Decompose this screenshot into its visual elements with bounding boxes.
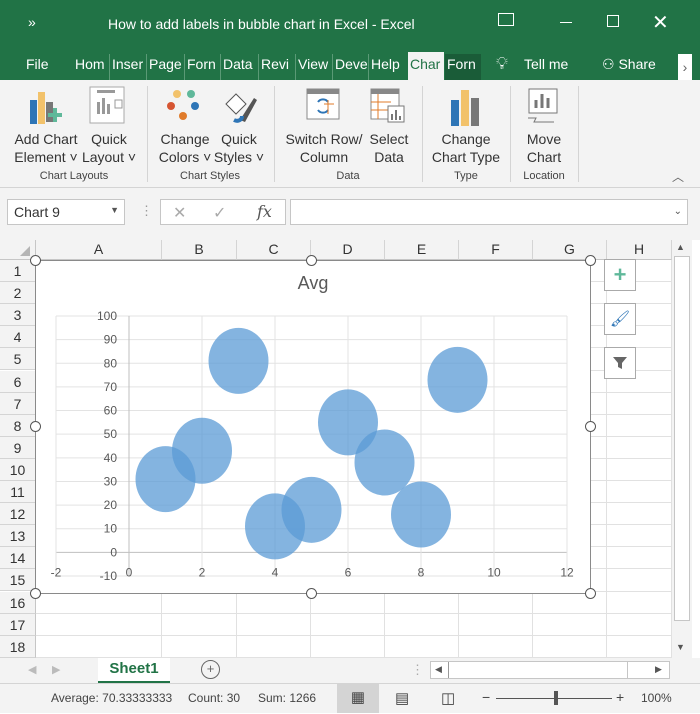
bubble[interactable]: [427, 346, 488, 413]
resize-handle[interactable]: [30, 421, 41, 432]
zoom-out-button[interactable]: −: [482, 689, 490, 705]
status-average: Average: 70.33333333: [51, 691, 173, 705]
x-tick-label: 4: [272, 565, 279, 579]
y-tick-label: -10: [100, 569, 118, 583]
zoom-slider-thumb[interactable]: [554, 691, 558, 705]
resize-handle[interactable]: [30, 588, 41, 599]
plus-icon: +: [613, 262, 627, 287]
resize-handle[interactable]: [30, 255, 41, 266]
bubble[interactable]: [354, 429, 415, 496]
page-layout-view-button[interactable]: ▤: [395, 689, 409, 707]
y-tick-label: 10: [104, 522, 118, 536]
y-tick-label: 80: [104, 356, 118, 370]
paintbrush-icon: 🖌︎: [609, 311, 631, 328]
status-sum: Sum: 1266: [258, 691, 317, 705]
x-tick-label: 10: [487, 565, 501, 579]
scroll-right-icon[interactable]: ▶: [655, 664, 662, 675]
prev-sheet-icon[interactable]: ◀: [28, 663, 36, 676]
bubble[interactable]: [281, 476, 342, 543]
y-tick-label: 50: [104, 427, 118, 441]
x-tick-label: 0: [126, 565, 133, 579]
normal-view-button[interactable]: ▦: [337, 684, 379, 713]
resize-handle[interactable]: [585, 255, 596, 266]
resize-handle[interactable]: [585, 421, 596, 432]
chart-filters-button[interactable]: [604, 347, 636, 379]
y-tick-label: 60: [104, 404, 118, 418]
chart-elements-button[interactable]: +: [604, 259, 636, 291]
scroll-left-icon[interactable]: ◀: [435, 664, 442, 675]
sheet-tab-sheet1[interactable]: Sheet1: [98, 658, 170, 683]
x-tick-label: -2: [51, 565, 62, 579]
resize-handle[interactable]: [306, 255, 317, 266]
status-count: Count: 30: [188, 691, 241, 705]
y-tick-label: 70: [104, 380, 118, 394]
new-sheet-button[interactable]: +: [201, 660, 220, 679]
y-tick-label: 90: [104, 333, 118, 347]
resize-handle[interactable]: [585, 588, 596, 599]
y-tick-label: 40: [104, 451, 118, 465]
horizontal-scroll-thumb[interactable]: [448, 662, 628, 678]
bubble[interactable]: [172, 417, 232, 484]
status-bar: Average: 70.33333333 Count: 30 Sum: 1266…: [0, 683, 700, 713]
y-tick-label: 0: [110, 545, 117, 559]
y-tick-label: 30: [104, 474, 118, 488]
filter-icon: [613, 357, 627, 369]
x-tick-label: 2: [199, 565, 206, 579]
zoom-in-button[interactable]: +: [616, 689, 624, 705]
x-tick-label: 12: [560, 565, 574, 579]
y-tick-label: 100: [97, 309, 117, 323]
x-tick-label: 6: [345, 565, 352, 579]
bubble[interactable]: [391, 481, 451, 548]
page-break-preview-button[interactable]: ◫: [441, 689, 455, 707]
split-handle-icon[interactable]: ⋮: [411, 662, 424, 678]
grid-icon: ▦: [350, 689, 366, 706]
y-tick-label: 20: [104, 498, 118, 512]
next-sheet-icon[interactable]: ▶: [52, 663, 60, 676]
bubble-chart[interactable]: Avg 100 90 80 70 60 50 40 30 20 10 0 -10 -2 0 2 4 6 8 10 12: [35, 260, 591, 594]
horizontal-scrollbar[interactable]: ◀ ▶: [430, 661, 670, 679]
x-tick-label: 8: [418, 565, 425, 579]
bubble[interactable]: [208, 327, 269, 394]
sheet-tab-bar: ◀ ▶ Sheet1 + ⋮ ◀ ▶: [0, 658, 700, 683]
resize-handle[interactable]: [306, 588, 317, 599]
zoom-level[interactable]: 100%: [641, 691, 672, 705]
plot-area[interactable]: 1009080706050403020100-10-2 0 2 4 6 8 10 12: [1, 1, 700, 714]
chart-styles-button[interactable]: 🖌︎: [604, 303, 636, 335]
